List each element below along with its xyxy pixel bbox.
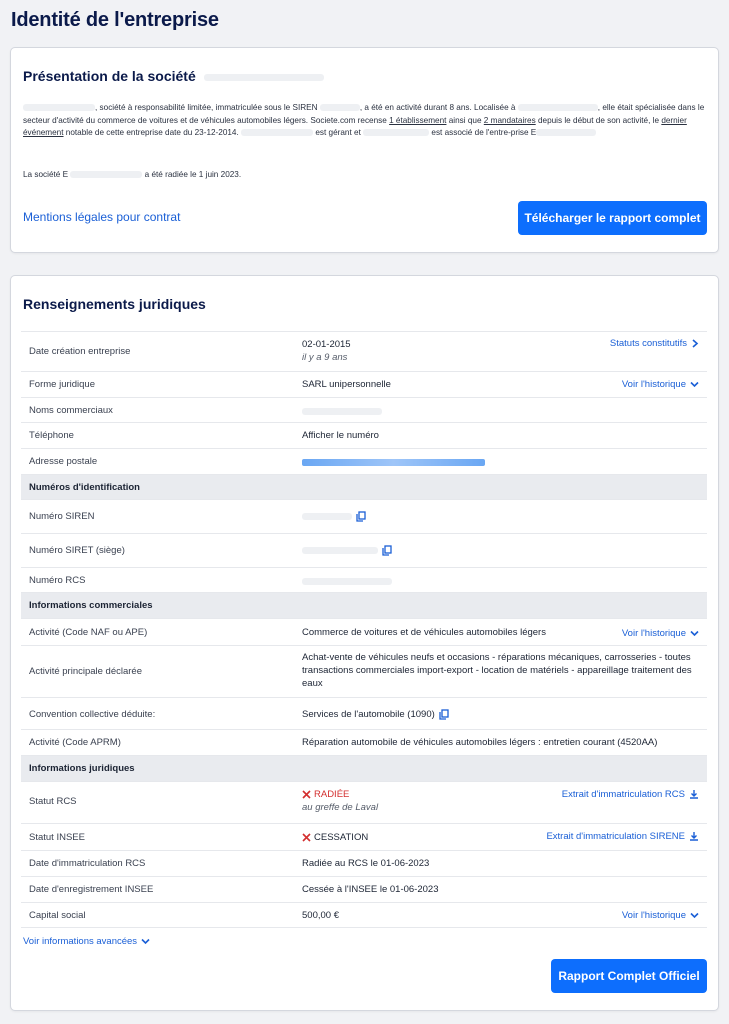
chevron-down-icon bbox=[690, 630, 699, 637]
chevron-down-icon bbox=[690, 381, 699, 388]
copy-icon[interactable] bbox=[382, 545, 392, 556]
redacted-text bbox=[302, 513, 352, 520]
etablissement-link[interactable]: 1 établissement bbox=[389, 116, 446, 125]
redacted-text bbox=[517, 104, 598, 112]
table-row: Adresse postale bbox=[21, 448, 707, 474]
table-row: Activité principale déclarée Achat-vente… bbox=[21, 645, 707, 697]
redacted-company-name bbox=[203, 73, 324, 81]
redacted-text bbox=[302, 577, 392, 585]
section-header: Informations commerciales bbox=[21, 592, 707, 618]
status-badge: RADIÉE bbox=[302, 789, 349, 800]
chevron-right-icon bbox=[692, 339, 699, 348]
download-icon bbox=[690, 832, 698, 842]
chevron-down-icon bbox=[690, 912, 699, 919]
extrait-rcs-link[interactable]: Extrait d'immatriculation RCS bbox=[562, 789, 699, 800]
page-title: Identité de l'entreprise bbox=[11, 9, 219, 31]
table-row: Statut INSEE CESSATION Extrait d'immatri… bbox=[21, 823, 707, 850]
download-icon bbox=[690, 790, 698, 800]
redacted-text bbox=[241, 129, 314, 137]
table-row: Forme juridique SARL unipersonnelle Voir… bbox=[21, 371, 707, 397]
copy-icon[interactable] bbox=[439, 709, 449, 720]
table-row: Activité (Code NAF ou APE) Commerce de v… bbox=[21, 618, 707, 645]
table-row: Statut RCS RADIÉE au greffe de Laval Ext… bbox=[21, 781, 707, 823]
afficher-numero-link[interactable]: Afficher le numéro bbox=[302, 430, 379, 441]
close-icon bbox=[302, 790, 311, 799]
copy-icon[interactable] bbox=[356, 511, 366, 522]
table-row: Convention collective déduite: Services … bbox=[21, 697, 707, 729]
redacted-text bbox=[536, 129, 597, 137]
juridique-card: Renseignements juridiques Date création … bbox=[10, 275, 719, 1011]
redacted-address bbox=[302, 459, 485, 466]
download-report-button[interactable]: Télécharger le rapport complet bbox=[518, 201, 707, 235]
table-row: Noms commerciaux bbox=[21, 397, 707, 422]
capital-historique-link[interactable]: Voir l'historique bbox=[622, 910, 699, 921]
table-row: Numéro SIRET (siège) bbox=[21, 533, 707, 567]
voir-informations-avancees-link[interactable]: Voir informations avancées bbox=[23, 936, 150, 947]
mentions-legales-link[interactable]: Mentions légales pour contrat bbox=[23, 210, 180, 224]
chevron-down-icon bbox=[141, 938, 150, 945]
extrait-sirene-link[interactable]: Extrait d'immatriculation SIRENE bbox=[546, 831, 699, 842]
table-row: Date création entreprise 02-01-2015 il y … bbox=[21, 331, 707, 371]
table-row: Date d'enregistrement INSEE Cessée à l'I… bbox=[21, 876, 707, 902]
close-icon bbox=[302, 833, 311, 842]
redacted-text bbox=[70, 171, 143, 179]
section-header: Informations juridiques bbox=[21, 755, 707, 781]
presentation-title: Présentation de la société bbox=[23, 68, 324, 84]
section-header: Numéros d'identification bbox=[21, 474, 707, 499]
table-row: Date d'immatriculation RCS Radiée au RCS… bbox=[21, 850, 707, 876]
radiation-notice: La société E a été radiée le 1 juin 2023… bbox=[23, 170, 242, 179]
table-row: Activité (Code APRM) Réparation automobi… bbox=[21, 729, 707, 755]
table-row: Numéro RCS bbox=[21, 567, 707, 592]
presentation-card: Présentation de la société , société à r… bbox=[10, 47, 719, 253]
redacted-text bbox=[302, 547, 378, 554]
juridique-title: Renseignements juridiques bbox=[23, 296, 206, 312]
table-row: Capital social 500,00 € Voir l'historiqu… bbox=[21, 902, 707, 928]
table-row: Numéro SIREN bbox=[21, 499, 707, 533]
redacted-text bbox=[302, 407, 382, 415]
redacted-text bbox=[23, 104, 95, 112]
status-badge: CESSATION bbox=[302, 832, 368, 843]
table-row: Téléphone Afficher le numéro bbox=[21, 422, 707, 448]
redacted-text bbox=[319, 104, 360, 112]
presentation-description: , société à responsabilité limitée, imma… bbox=[23, 103, 705, 137]
mandataires-link[interactable]: 2 mandataires bbox=[484, 116, 536, 125]
statuts-constitutifs-link[interactable]: Statuts constitutifs bbox=[610, 338, 699, 349]
rapport-officiel-button[interactable]: Rapport Complet Officiel bbox=[551, 959, 707, 993]
redacted-text bbox=[363, 129, 430, 137]
forme-historique-link[interactable]: Voir l'historique bbox=[622, 379, 699, 390]
naf-historique-link[interactable]: Voir l'historique bbox=[622, 628, 699, 639]
